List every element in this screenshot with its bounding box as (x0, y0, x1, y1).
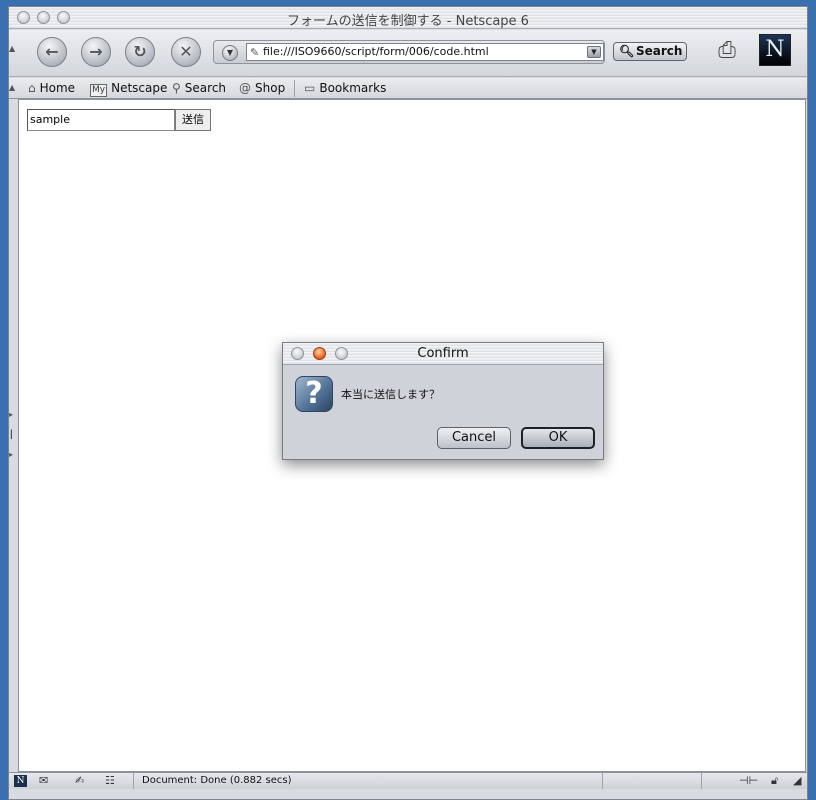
back-arrow-icon: ← (45, 42, 59, 61)
navigation-toolbar: ▲ ← → ↻ ✕ ▼ ✎ file:///ISO9660/script/for… (9, 30, 807, 77)
url-text: file:///ISO9660/script/form/006/code.htm… (263, 45, 489, 58)
search-icon: ⚲ (172, 81, 181, 95)
reload-icon: ↻ (133, 42, 147, 61)
compose-icon[interactable]: ✍ (75, 774, 84, 787)
submit-button[interactable]: 送信 (175, 109, 211, 131)
my-netscape-icon: My (90, 84, 108, 97)
toolbar-item-shop[interactable]: @ Shop (239, 81, 285, 97)
stop-button[interactable]: ✕ (171, 37, 201, 67)
url-input[interactable]: ✎ file:///ISO9660/script/form/006/code.h… (246, 43, 604, 61)
cancel-button[interactable]: Cancel (437, 427, 511, 449)
bookmarks-icon: ▭ (304, 81, 316, 95)
personal-toolbar: ▲ ⌂ Home My Netscape ⚲ Search @ Shop ▭ Bookma… (9, 78, 807, 99)
toolbar-item-search[interactable]: ⚲ Search (172, 81, 226, 97)
question-icon: ? (295, 376, 333, 412)
confirm-dialog: Confirm ? 本当に送信します？ Cancel OK (282, 342, 604, 460)
toolbar-item-home[interactable]: ⌂ Home (28, 81, 75, 97)
search-button-label: Search (636, 44, 683, 58)
ok-button[interactable]: OK (521, 427, 595, 449)
search-button[interactable]: 🔍︎ Search (613, 42, 687, 61)
toolbar-divider (294, 80, 295, 97)
reload-button[interactable]: ↻ (125, 37, 155, 67)
address-book-icon[interactable]: ☷ (105, 774, 115, 787)
status-divider (701, 773, 702, 789)
forward-button[interactable]: → (81, 37, 111, 67)
collapse-toolbar-grippy[interactable]: ▲ (9, 44, 19, 64)
magnifier-icon: 🔍︎ (619, 44, 635, 58)
netscape-mini-icon[interactable]: N (14, 775, 27, 787)
dialog-titlebar[interactable]: Confirm (283, 343, 603, 365)
mail-icon[interactable]: ✉ (39, 774, 48, 787)
status-bar: N ✉ ✍ ☷ Document: Done (0.882 secs) ⊣⊢ 🔓… (9, 772, 807, 789)
url-history-dropdown[interactable]: ▼ (222, 45, 238, 61)
status-text: Document: Done (0.882 secs) (133, 773, 603, 789)
print-icon[interactable]: ⎙ (709, 38, 745, 66)
sample-input-value: sample (30, 113, 70, 126)
home-icon: ⌂ (28, 81, 36, 95)
window-titlebar[interactable]: フォームの送信を制御する - Netscape 6 (9, 7, 807, 29)
toolbar-item-bookmarks[interactable]: ▭ Bookmarks (304, 81, 386, 97)
dialog-title: Confirm (417, 346, 469, 361)
chevron-down-icon: ▼ (226, 48, 234, 57)
sample-text-input[interactable]: sample (27, 109, 175, 131)
window-title: フォームの送信を制御する - Netscape 6 (287, 14, 529, 29)
back-button[interactable]: ← (37, 37, 67, 67)
url-dropdown-button[interactable]: ▼ (587, 46, 601, 58)
online-status-icon[interactable]: ⊣⊢ (739, 774, 758, 787)
netscape-logo[interactable]: N (759, 34, 791, 66)
page-proxy-icon[interactable]: ✎ (250, 45, 259, 60)
forward-arrow-icon: → (89, 42, 103, 61)
dialog-message: 本当に送信します？ (341, 388, 440, 401)
shop-icon: @ (239, 81, 251, 95)
resize-grip-icon[interactable]: ◢ (793, 774, 801, 787)
security-lock-icon[interactable]: 🔓︎ (771, 774, 778, 788)
stop-icon: ✕ (179, 42, 193, 61)
toolbar-item-netscape[interactable]: My Netscape (90, 81, 167, 97)
url-bar: ▼ ✎ file:///ISO9660/script/form/006/code… (213, 40, 605, 64)
